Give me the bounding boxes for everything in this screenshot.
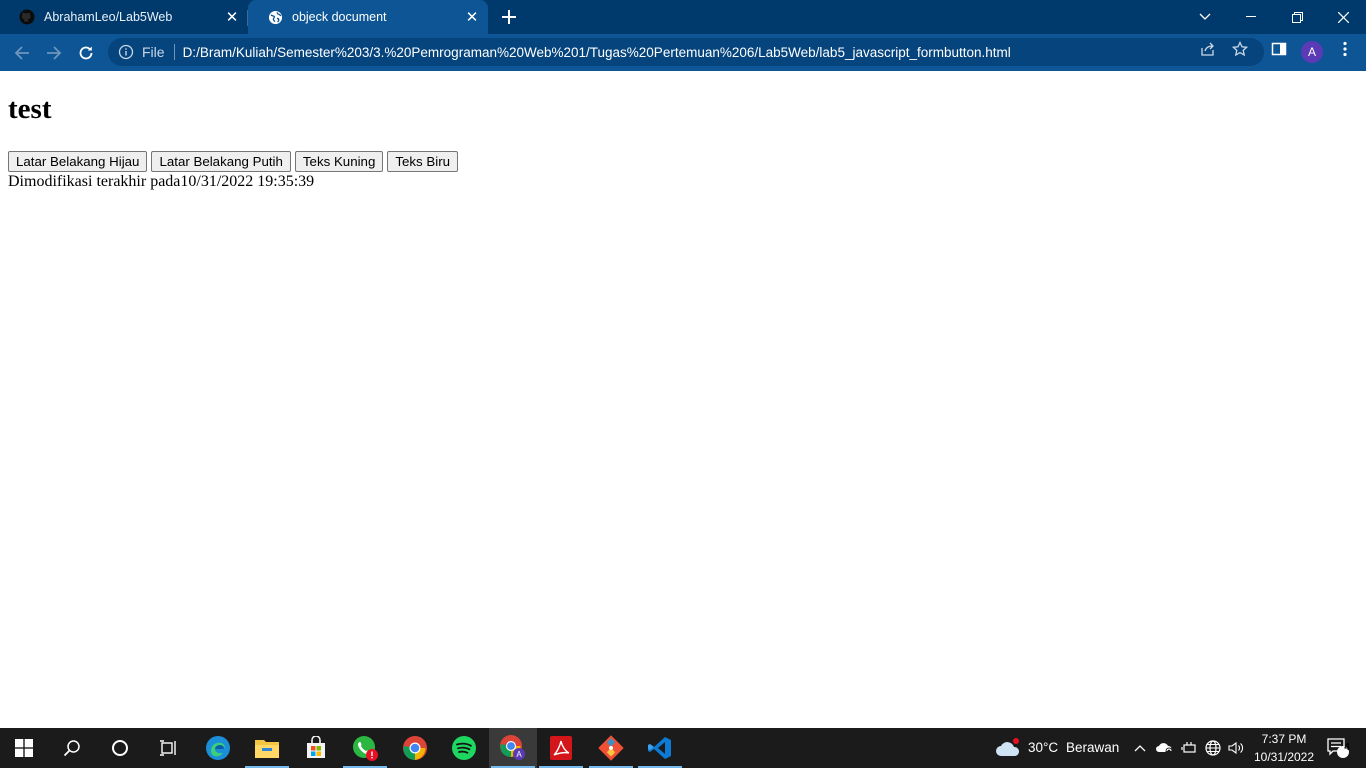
edge-icon <box>206 736 230 760</box>
notification-center-button[interactable]: 4 <box>1318 728 1358 768</box>
share-icon[interactable] <box>1199 40 1217 58</box>
address-scheme: File <box>142 44 165 60</box>
white-background-button[interactable]: Latar Belakang Putih <box>151 151 291 172</box>
windows-taskbar: A 30°C Berawan 7:37 PM 10/31/2022 4 <box>0 728 1366 768</box>
clock-date: 10/31/2022 <box>1253 750 1315 764</box>
reload-icon <box>79 46 93 60</box>
start-icon <box>15 739 33 757</box>
cortana-icon <box>112 740 128 756</box>
tab-search-button[interactable] <box>1182 0 1228 34</box>
acrobat-icon <box>550 736 572 760</box>
spotify-app[interactable] <box>440 728 488 768</box>
browser-tab-strip: AbrahamLeo/Lab5Web ✕ objeck document ✕ <box>0 0 1366 34</box>
close-icon <box>1337 11 1349 23</box>
arrow-right-icon <box>47 46 62 60</box>
plus-icon <box>502 10 516 24</box>
close-icon[interactable]: ✕ <box>222 7 242 27</box>
address-bar[interactable]: File D:/Bram/Kuliah/Semester%203/3.%20Pe… <box>108 38 1264 66</box>
acrobat-app[interactable] <box>537 728 585 768</box>
chrome-app[interactable] <box>391 728 439 768</box>
new-tab-button[interactable] <box>497 5 521 29</box>
tab-github[interactable]: AbrahamLeo/Lab5Web ✕ <box>0 0 248 34</box>
reload-button[interactable] <box>72 39 100 67</box>
svg-text:A: A <box>516 750 522 759</box>
cortana-button[interactable] <box>96 728 144 768</box>
spotify-icon <box>452 736 476 760</box>
tab-objeck-document[interactable]: objeck document ✕ <box>248 0 488 34</box>
bookmark-star-icon[interactable] <box>1231 40 1249 58</box>
close-window-button[interactable] <box>1320 0 1366 34</box>
show-hidden-icons-button[interactable] <box>1130 728 1150 768</box>
notification-count: 4 <box>1344 742 1350 753</box>
weather-temperature: 30°C <box>1028 740 1059 755</box>
green-background-button[interactable]: Latar Belakang Hijau <box>8 151 148 172</box>
whatsapp-app[interactable] <box>341 728 389 768</box>
globe-icon <box>267 9 283 25</box>
cloud-icon <box>996 738 1020 756</box>
profile-avatar[interactable]: A <box>1301 41 1323 63</box>
page-heading: test <box>8 93 52 125</box>
last-modified-value: 10/31/2022 19:35:39 <box>180 173 315 190</box>
network-tray[interactable] <box>1202 728 1224 768</box>
chevron-up-icon <box>1134 745 1146 752</box>
search-icon <box>63 740 80 757</box>
weather-description: Berawan <box>1066 740 1120 755</box>
tab-title: AbrahamLeo/Lab5Web <box>44 10 173 24</box>
file-explorer-app[interactable] <box>243 728 291 768</box>
minimize-button[interactable] <box>1228 0 1274 34</box>
tab-title: objeck document <box>292 10 387 24</box>
close-icon[interactable]: ✕ <box>462 7 482 27</box>
vscode-icon <box>648 737 671 759</box>
yellow-text-button[interactable]: Teks Kuning <box>294 151 384 172</box>
restore-icon <box>1291 11 1303 23</box>
arrow-left-icon <box>14 46 29 60</box>
whatsapp-icon <box>353 736 378 761</box>
power-tray[interactable] <box>1178 728 1200 768</box>
side-panel-icon[interactable] <box>1270 40 1288 58</box>
chrome-profile-icon: A <box>500 735 525 760</box>
edge-app[interactable] <box>194 728 242 768</box>
start-button[interactable] <box>0 728 48 768</box>
task-view-icon <box>160 740 176 756</box>
globe-network-icon <box>1205 740 1221 756</box>
file-explorer-icon <box>255 740 279 758</box>
restore-button[interactable] <box>1274 0 1320 34</box>
store-app[interactable] <box>292 728 340 768</box>
address-divider <box>173 44 175 60</box>
info-icon <box>118 44 134 60</box>
blue-text-button[interactable]: Teks Biru <box>387 151 459 172</box>
last-modified-label: Dimodifikasi terakhir pada <box>8 173 181 190</box>
address-url[interactable]: D:/Bram/Kuliah/Semester%203/3.%20Pemrogr… <box>183 45 1011 60</box>
minimize-icon <box>1246 16 1256 17</box>
onedrive-sync-icon <box>1156 743 1173 755</box>
chevron-down-icon <box>1199 13 1211 20</box>
github-icon <box>19 9 35 25</box>
weather-widget[interactable] <box>990 728 1026 768</box>
vscode-app[interactable] <box>636 728 684 768</box>
taskbar-clock[interactable]: 7:37 PM 10/31/2022 <box>1244 730 1324 766</box>
page-content: test Latar Belakang Hijau Latar Belakang… <box>0 71 1366 728</box>
chrome-icon <box>403 736 427 760</box>
browser-toolbar: File D:/Bram/Kuliah/Semester%203/3.%20Pe… <box>0 34 1366 71</box>
clock-time: 7:37 PM <box>1261 732 1307 746</box>
git-app[interactable] <box>587 728 635 768</box>
forward-button[interactable] <box>40 39 68 67</box>
more-menu-icon[interactable] <box>1336 40 1354 58</box>
last-modified-line: Dimodifikasi terakhir pada10/31/2022 19:… <box>8 173 314 191</box>
search-button[interactable] <box>48 728 96 768</box>
battery-plug-icon <box>1181 742 1196 753</box>
chrome-profile-app[interactable]: A <box>489 728 537 768</box>
store-icon <box>307 736 325 758</box>
git-icon <box>598 735 624 761</box>
task-view-button[interactable] <box>144 728 192 768</box>
onedrive-tray[interactable] <box>1153 728 1177 768</box>
speaker-icon <box>1228 741 1243 755</box>
button-row: Latar Belakang Hijau Latar Belakang Puti… <box>8 151 459 172</box>
back-button[interactable] <box>8 39 36 67</box>
